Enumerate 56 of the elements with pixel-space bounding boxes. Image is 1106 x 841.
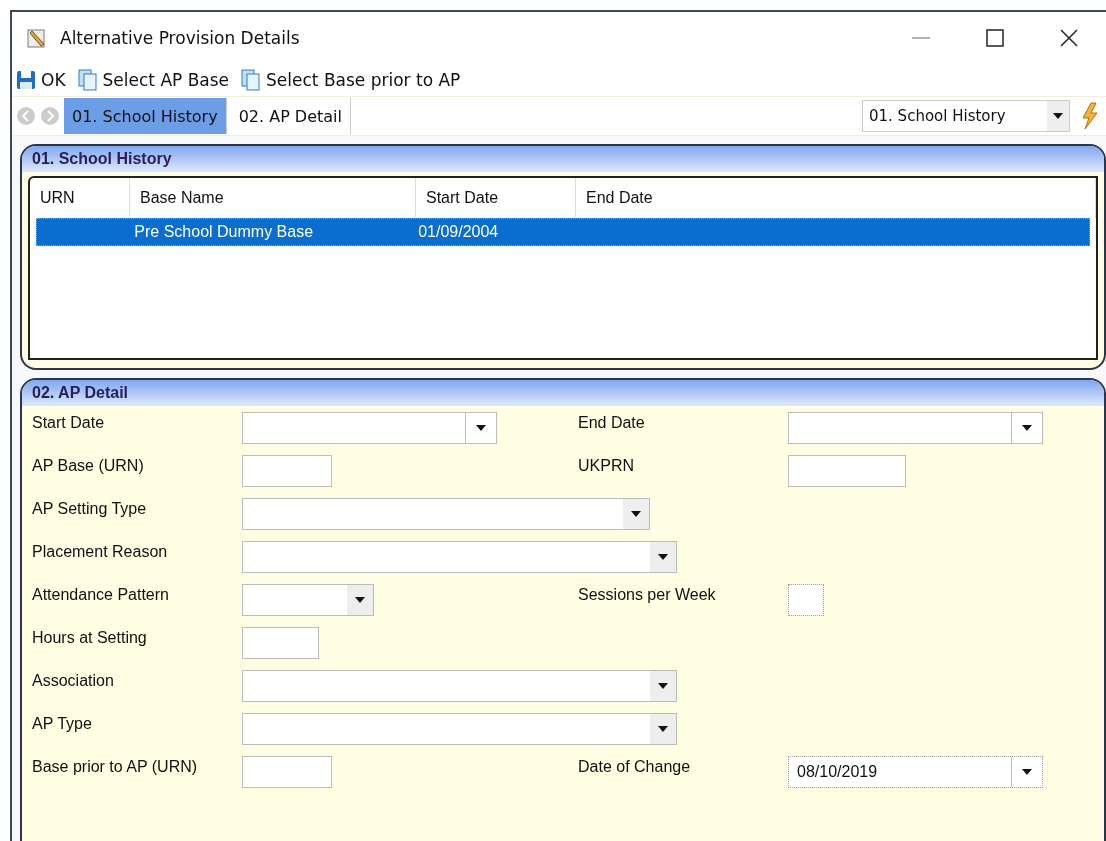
dropdown-field[interactable]: 08/10/2019 xyxy=(788,756,1043,788)
input-field[interactable] xyxy=(788,584,824,616)
field-label: Attendance Pattern xyxy=(32,585,170,605)
window-title: Alternative Provision Details xyxy=(60,28,301,48)
dropdown-arrow-icon[interactable] xyxy=(658,683,668,689)
tab[interactable]: 02. AP Detail xyxy=(230,98,351,134)
dropdown-arrow-icon[interactable] xyxy=(1022,425,1032,431)
panel-title: 02. AP Detail xyxy=(22,380,1104,406)
back-icon[interactable] xyxy=(16,106,36,126)
dropdown-arrow-icon[interactable] xyxy=(355,597,365,603)
dropdown-arrow-icon[interactable] xyxy=(631,511,641,517)
field-label: Base prior to AP (URN) xyxy=(32,757,199,777)
pencil-note-icon xyxy=(26,27,48,49)
save-icon xyxy=(16,70,36,90)
dropdown-field[interactable] xyxy=(242,498,650,530)
field-label: AP Type xyxy=(32,714,93,734)
dropdown-field[interactable] xyxy=(242,670,677,702)
dropdown-field[interactable] xyxy=(242,412,497,444)
table-cell-text: 01/09/2004 xyxy=(417,223,500,241)
dropdown-arrow-icon[interactable] xyxy=(1053,113,1063,119)
field-label: Date of Change xyxy=(578,757,692,777)
toolbar-button[interactable]: OK xyxy=(14,70,68,90)
field-label: AP Setting Type xyxy=(32,499,148,519)
input-field[interactable] xyxy=(788,455,906,487)
document-icon xyxy=(77,69,98,91)
field-label: End Date xyxy=(578,413,646,433)
dropdown-arrow-icon[interactable] xyxy=(1022,769,1032,775)
panel-title: 01. School History xyxy=(22,146,1104,172)
section-dropdown[interactable]: 01. School History xyxy=(862,100,1070,132)
input-field[interactable] xyxy=(242,756,332,788)
toolbar-button[interactable]: Select AP Base xyxy=(75,69,232,91)
dropdown-field[interactable] xyxy=(242,541,677,573)
field-label: Hours at Setting xyxy=(32,628,148,648)
field-label: Association xyxy=(32,671,115,691)
tab[interactable]: 01. School History xyxy=(64,98,227,134)
toolbar-button[interactable]: Select Base prior to AP xyxy=(239,69,463,91)
forward-icon[interactable] xyxy=(40,106,60,126)
field-label: AP Base (URN) xyxy=(32,456,145,476)
field-label: UKPRN xyxy=(578,456,635,476)
dropdown-field[interactable] xyxy=(242,584,374,616)
document-icon xyxy=(241,69,262,91)
field-label: Sessions per Week xyxy=(578,585,717,605)
close-icon[interactable] xyxy=(1058,27,1080,49)
dropdown-arrow-icon[interactable] xyxy=(658,726,668,732)
field-label: Placement Reason xyxy=(32,542,169,562)
dropdown-arrow-icon[interactable] xyxy=(658,554,668,560)
maximize-icon[interactable] xyxy=(984,27,1006,49)
table-row[interactable]: Pre School Dummy Base 01/09/2004 xyxy=(36,218,1090,246)
input-field[interactable] xyxy=(242,627,319,659)
table-cell-text: Pre School Dummy Base xyxy=(133,223,315,241)
field-label: Start Date xyxy=(32,413,106,433)
lightning-icon[interactable] xyxy=(1080,102,1100,130)
dropdown-field[interactable] xyxy=(242,713,677,745)
dropdown-field[interactable] xyxy=(788,412,1043,444)
dropdown-arrow-icon[interactable] xyxy=(476,425,486,431)
input-field[interactable] xyxy=(242,455,332,487)
